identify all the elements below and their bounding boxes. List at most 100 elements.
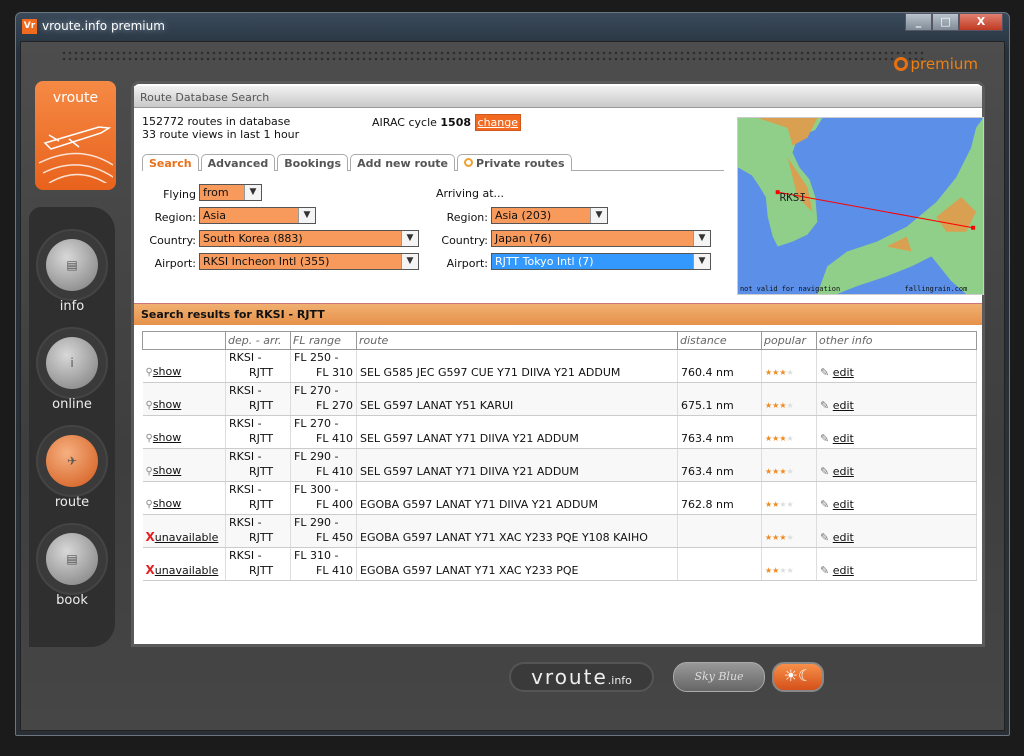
tab-advanced[interactable]: Advanced <box>200 154 276 171</box>
window-title: vroute.info premium <box>42 19 165 33</box>
pencil-icon: ✎ <box>820 498 830 511</box>
dep-region-select[interactable]: Asia ▼ <box>199 207 316 224</box>
other-info-cell: ✎ edit <box>816 448 977 482</box>
arr-region-select[interactable]: Asia (203) ▼ <box>491 207 608 224</box>
tab-add-new-route[interactable]: Add new route <box>350 154 456 171</box>
nav-label: book <box>56 593 88 608</box>
day-night-toggle[interactable]: ☀☾ <box>772 662 824 692</box>
column-header: popular <box>761 331 817 350</box>
edit-link[interactable]: edit <box>833 399 854 412</box>
tab-private-routes[interactable]: Private routes <box>457 154 572 171</box>
app-icon: Vr <box>22 19 37 34</box>
info-book-icon: ▤ <box>46 239 98 291</box>
airplane-icon <box>39 126 113 183</box>
chevron-down-icon: ▼ <box>693 254 710 269</box>
pencil-icon: ✎ <box>820 564 830 577</box>
skin-sky-blue-button[interactable]: Sky Blue <box>673 662 765 692</box>
edit-link[interactable]: edit <box>833 531 854 544</box>
fl-to: FL 410 <box>316 564 353 577</box>
fl-range-cell: FL 270 - FL 270 <box>290 382 357 416</box>
fl-to: FL 450 <box>316 531 353 544</box>
edit-link[interactable]: edit <box>833 366 854 379</box>
fl-from: FL 300 - <box>294 483 339 496</box>
nav-book[interactable]: ▤ book <box>29 523 115 608</box>
show-link[interactable]: show <box>153 365 181 378</box>
chevron-down-icon: ▼ <box>244 185 261 200</box>
star-icon: ★ <box>779 500 787 509</box>
arr: RJTT <box>249 531 274 544</box>
book-icon: ▤ <box>46 533 98 585</box>
airac-cycle: 1508 <box>440 116 472 129</box>
tab-search[interactable]: Search <box>142 154 199 171</box>
map-disclaimer: not valid for navigation <box>740 285 840 293</box>
fl-to: FL 310 <box>316 366 353 379</box>
other-info-cell: ✎ edit <box>816 382 977 416</box>
maximize-button[interactable]: □ <box>932 13 959 31</box>
nav-online[interactable]: i online <box>29 327 115 412</box>
dep: RKSI - <box>229 483 262 496</box>
arr-country-select[interactable]: Japan (76) ▼ <box>491 230 711 247</box>
gear-icon <box>893 57 908 71</box>
edit-link[interactable]: edit <box>833 432 854 445</box>
dep: RKSI - <box>229 450 262 463</box>
dep-airport-value: RKSI Incheon Intl (355) <box>203 255 330 268</box>
vroute-home-tile[interactable]: vroute <box>35 81 116 190</box>
dep-country-select[interactable]: South Korea (883) ▼ <box>199 230 419 247</box>
fl-to: FL 410 <box>316 465 353 478</box>
column-header <box>142 331 226 350</box>
dep-country-label: Country: <box>149 234 196 247</box>
tab-bookings[interactable]: Bookings <box>277 154 349 171</box>
distance-cell: 760.4 nm <box>677 349 762 383</box>
fl-to: FL 270 <box>316 399 353 412</box>
fl-to: FL 410 <box>316 432 353 445</box>
show-link[interactable]: show <box>153 398 181 411</box>
popular-cell: ★★★★ <box>761 481 817 515</box>
dep-airport-label: Airport: <box>154 257 196 270</box>
nav-label: online <box>52 397 92 412</box>
pencil-icon: ✎ <box>820 366 830 379</box>
premium-label: premium <box>910 55 979 73</box>
flying-value: from <box>203 186 229 199</box>
show-link[interactable]: show <box>153 431 181 444</box>
edit-link[interactable]: edit <box>833 564 854 577</box>
map-credit: fallingrain.com <box>905 285 968 293</box>
arr-airport-select[interactable]: RJTT Tokyo Intl (7) ▼ <box>491 253 711 270</box>
arr: RJTT <box>249 564 274 577</box>
fl-from: FL 290 - <box>294 450 339 463</box>
arr-airport-label: Airport: <box>446 257 488 270</box>
arr: RJTT <box>249 432 274 445</box>
fl-range-cell: FL 290 - FL 410 <box>290 448 357 482</box>
close-button[interactable]: X <box>959 13 1003 31</box>
route-cell: SEL G585 JEC G597 CUE Y71 DIIVA Y21 ADDU… <box>356 349 678 383</box>
route-views: 33 route views in last 1 hour <box>142 128 300 141</box>
search-tabs: Search Advanced Bookings Add new route P… <box>142 154 724 171</box>
fl-range-cell: FL 290 - FL 450 <box>290 514 357 548</box>
change-airac-link[interactable]: change <box>474 114 522 131</box>
minimize-button[interactable]: _ <box>905 13 932 31</box>
fl-range-cell: FL 270 - FL 410 <box>290 415 357 449</box>
star-icon: ★ <box>786 434 794 443</box>
results-header: Search results for RKSI - RJTT <box>134 303 982 325</box>
dep-arr-cell: RKSI - RJTT <box>225 547 291 581</box>
flying-select[interactable]: from ▼ <box>199 184 262 201</box>
decorative-dots <box>61 50 924 62</box>
show-link[interactable]: show <box>153 497 181 510</box>
magnifier-icon: ⚲ <box>145 433 153 444</box>
unavailable-link[interactable]: unavailable <box>155 531 219 544</box>
edit-link[interactable]: edit <box>833 498 854 511</box>
nav-info[interactable]: ▤ info <box>29 229 115 314</box>
distance-cell: 675.1 nm <box>677 382 762 416</box>
column-header: route <box>356 331 678 350</box>
tab-label: Private routes <box>476 157 565 170</box>
distance-cell <box>677 547 762 581</box>
nav-route[interactable]: ✈ route <box>29 425 115 510</box>
dep-airport-select[interactable]: RKSI Incheon Intl (355) ▼ <box>199 253 419 270</box>
table-row: ⚲show RKSI - RJTT FL 270 - FL 410 SEL G597… <box>142 415 977 449</box>
arr: RJTT <box>249 366 274 379</box>
unavailable-link[interactable]: unavailable <box>155 564 219 577</box>
popular-cell: ★★★★ <box>761 514 817 548</box>
star-icon: ★ <box>779 434 787 443</box>
edit-link[interactable]: edit <box>833 465 854 478</box>
other-info-cell: ✎ edit <box>816 481 977 515</box>
show-link[interactable]: show <box>153 464 181 477</box>
